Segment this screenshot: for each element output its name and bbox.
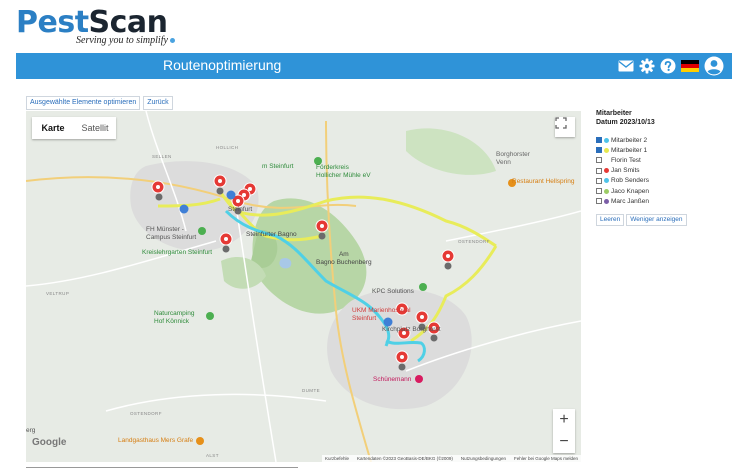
employee-name: Mitarbeiter 1 xyxy=(611,146,648,154)
employee-name: Jan Smits xyxy=(611,167,640,175)
employee-name: Marc Janßen xyxy=(611,197,649,205)
map-label-steinfurt: Steinfurt xyxy=(228,206,253,213)
employee-color-dot-icon xyxy=(604,158,609,163)
employee-checkbox[interactable] xyxy=(596,167,602,174)
tagline-text: Serving you to simplify xyxy=(76,35,168,46)
employee-name: Mitarbeiter 2 xyxy=(611,136,648,144)
google-logo: Google xyxy=(32,437,67,448)
back-button[interactable]: Zurück xyxy=(143,96,173,110)
bottom-divider xyxy=(26,467,298,468)
employee-name: Rob Senders xyxy=(611,177,649,185)
logo-tagline: Serving you to simplify xyxy=(76,35,175,46)
zoom-in-button[interactable]: + xyxy=(553,409,575,431)
fullscreen-icon xyxy=(555,117,567,129)
map-label-kpc: KPC Solutions xyxy=(372,288,414,295)
map-label-fh-campus: FH Münster - Campus Steinfurt xyxy=(146,226,197,241)
employee-row[interactable]: Mitarbeiter 1 xyxy=(596,145,746,155)
pestscan-logo: PestScan Serving you to simplify xyxy=(16,6,216,50)
employee-row[interactable]: Mitarbeiter 2 xyxy=(596,135,746,145)
employee-color-dot-icon xyxy=(604,178,609,184)
shortcuts-link[interactable]: Kurzbefehle xyxy=(325,456,349,461)
employee-checkbox[interactable] xyxy=(596,177,602,184)
employee-row[interactable]: Rob Senders xyxy=(596,176,746,186)
employee-checkbox[interactable] xyxy=(596,198,602,205)
report-error-link[interactable]: Fehler bei Google Maps melden xyxy=(514,456,578,461)
employee-panel-buttons: Leeren Weniger anzeigen xyxy=(596,214,746,227)
terms-link[interactable]: Nutzungsbedingungen xyxy=(461,456,506,461)
map-type-satellite-button[interactable]: Satellit xyxy=(74,117,116,139)
employee-name: Jaco Knapen xyxy=(611,187,649,195)
map-label-steinfurter-bagno: Steinfurter Bagno xyxy=(246,231,297,238)
map-label-steinfurt-short: m Steinfurt xyxy=(262,163,294,170)
header-icons xyxy=(618,56,724,76)
employee-checkbox[interactable] xyxy=(596,157,602,164)
employee-color-dot-icon xyxy=(604,147,609,153)
map-label-hollich: HOLLICH xyxy=(216,145,239,150)
map-label-borghorster: Borghorster Venn xyxy=(496,151,530,166)
employee-color-dot-icon xyxy=(604,168,609,174)
map-label-kirchplatz: Kirchplatz Borghorst xyxy=(382,326,441,333)
employee-checkbox[interactable] xyxy=(596,147,602,154)
employee-checkbox[interactable] xyxy=(596,188,602,195)
map-data-text: Kartendaten ©2023 GeoBasis-DE/BKG (©2009… xyxy=(356,456,453,461)
map-label-foerderkreis: Förderkreis Hollicher Mühle eV xyxy=(316,164,371,179)
map-label-ostendorf-south: OSTENDORF xyxy=(130,411,162,416)
employee-panel: Mitarbeiter Datum 2023/10/13 Mitarbeiter… xyxy=(596,110,746,227)
employee-row[interactable]: Marc Janßen xyxy=(596,196,746,206)
employee-name: Florin Test xyxy=(611,156,641,164)
map-label-landgasthaus: Landgasthaus Mers Grafe xyxy=(118,437,194,444)
employee-list: Mitarbeiter 2 Mitarbeiter 1 Florin Test Jan… xyxy=(596,135,746,206)
clear-button[interactable]: Leeren xyxy=(596,214,625,227)
page-title: Routenoptimierung xyxy=(163,57,282,73)
map-toolbar: Ausgewählte Elemente optimieren Zurück xyxy=(26,96,173,110)
user-icon[interactable] xyxy=(704,56,724,76)
employee-checkbox[interactable] xyxy=(596,137,602,144)
fullscreen-button[interactable] xyxy=(555,117,575,137)
employee-panel-date: Datum 2023/10/13 xyxy=(596,118,655,126)
show-less-button[interactable]: Weniger anzeigen xyxy=(626,214,687,227)
employee-row[interactable]: Florin Test xyxy=(596,155,746,165)
route-map[interactable]: Karte Satellit + − Google Kurzbefehle Ka… xyxy=(26,111,581,462)
map-label-am-bagno: Am Bagno Buchenberg xyxy=(316,251,372,266)
employee-row[interactable]: Jan Smits xyxy=(596,166,746,176)
help-icon[interactable] xyxy=(660,58,676,74)
tagline-dot-icon xyxy=(169,38,175,44)
employee-row[interactable]: Jaco Knapen xyxy=(596,186,746,196)
map-label-ukm: UKM Marienhospital Steinfurt xyxy=(352,307,411,322)
map-label-alst: ALST xyxy=(206,453,219,458)
optimize-selected-button[interactable]: Ausgewählte Elemente optimieren xyxy=(26,96,141,110)
map-label-schuenemann: Schünemann xyxy=(373,376,412,383)
gear-icon[interactable] xyxy=(639,58,655,74)
map-label-dumte: DUMTE xyxy=(302,388,320,393)
employee-color-dot-icon xyxy=(604,137,609,143)
zoom-out-button[interactable]: − xyxy=(553,431,575,453)
mail-icon[interactable] xyxy=(618,60,634,72)
german-flag-icon[interactable] xyxy=(681,60,699,72)
map-type-control: Karte Satellit xyxy=(32,117,116,139)
map-label-kreislehrgarten: Kreislehrgarten Steinfurt xyxy=(142,249,213,256)
map-label-sellen: SELLEN xyxy=(152,154,172,159)
map-attribution: Kurzbefehle Kartendaten ©2023 GeoBasis-D… xyxy=(321,455,581,462)
employee-panel-title: Mitarbeiter xyxy=(596,110,632,117)
map-label-naturcamping: Naturcamping Hof Könnick xyxy=(154,310,195,325)
map-label-ostendorf: OSTENDORF xyxy=(458,239,490,244)
employee-color-dot-icon xyxy=(604,198,609,204)
zoom-control: + − xyxy=(553,409,575,453)
map-label-erg: erg xyxy=(26,427,36,434)
employee-color-dot-icon xyxy=(604,188,609,194)
map-label-veltrup: VELTRUP xyxy=(46,291,70,296)
map-type-map-button[interactable]: Karte xyxy=(32,117,74,139)
map-label-restaurant: Restaurant Hellspring xyxy=(512,178,575,185)
header-bar: Routenoptimierung xyxy=(16,53,732,79)
